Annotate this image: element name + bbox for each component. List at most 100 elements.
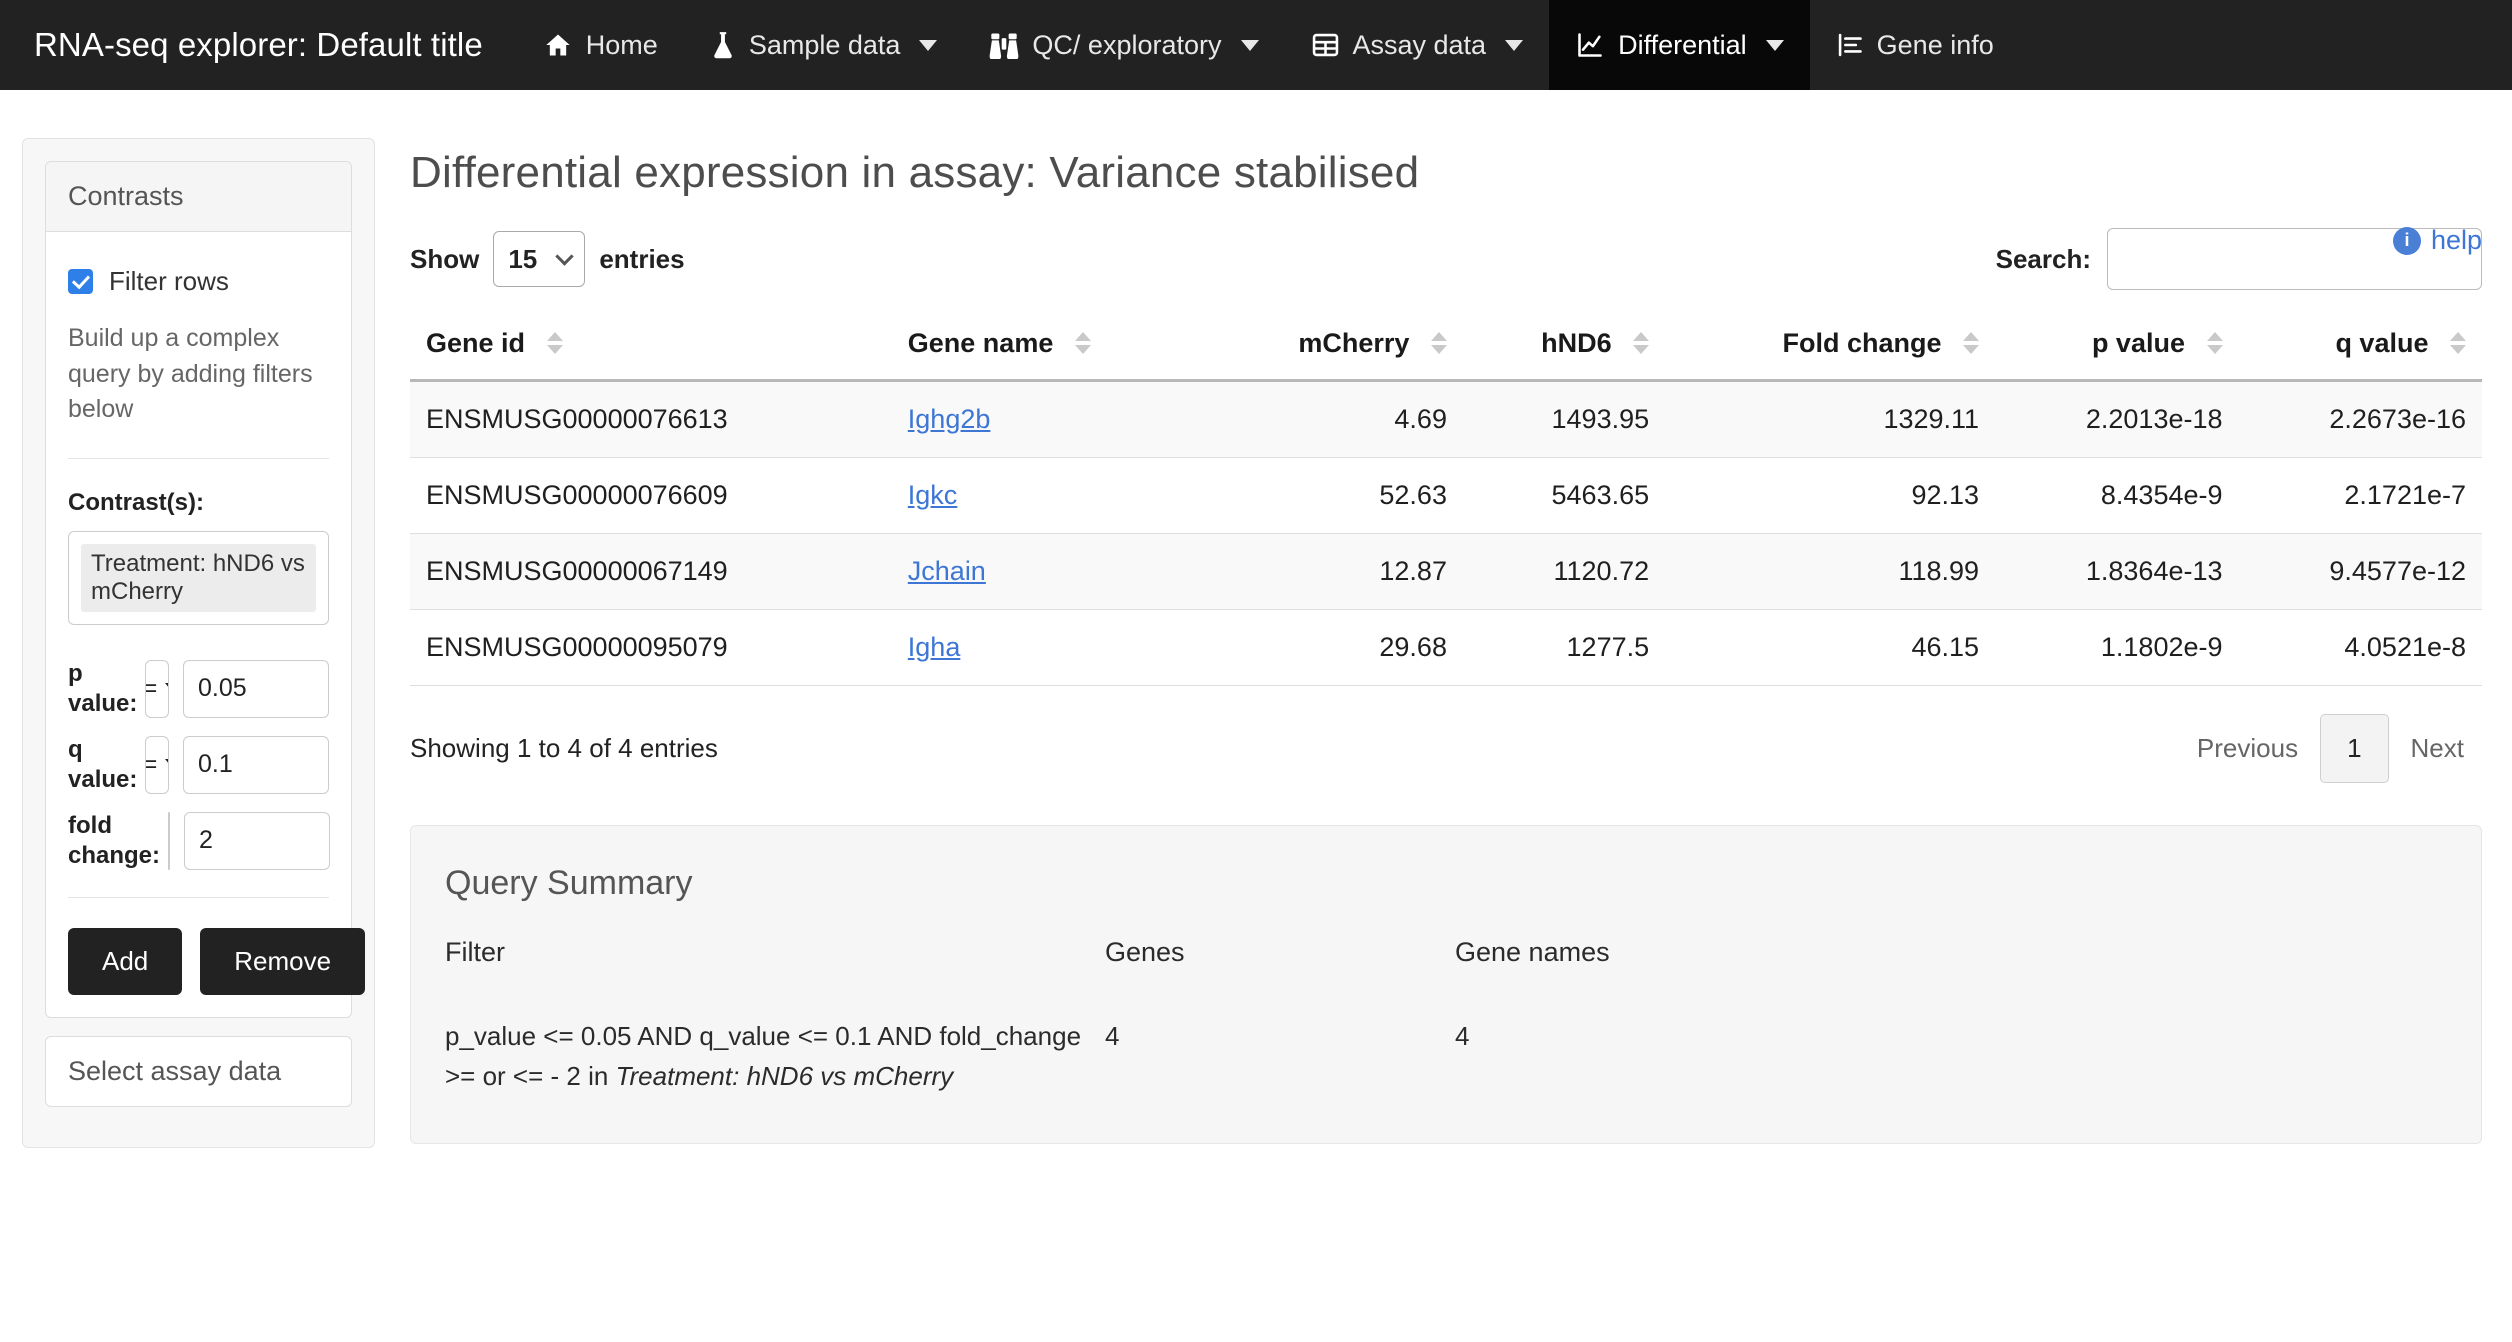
cell-p-value: 1.8364e-13 — [1995, 533, 2239, 610]
show-label: Show — [410, 243, 480, 274]
filter-rows-checkbox-row[interactable]: Filter rows — [68, 266, 329, 297]
help-link[interactable]: i help — [2392, 225, 2482, 256]
col-header-mcherry[interactable]: mCherry — [1202, 316, 1463, 382]
p-value-input[interactable] — [183, 659, 329, 718]
query-summary-filter-header: Filter — [445, 937, 505, 967]
showing-entries-info: Showing 1 to 4 of 4 entries — [410, 733, 718, 763]
cell-gene-name: Jchain — [891, 533, 1203, 610]
p-value-filter-row: p value: <= — [68, 659, 329, 719]
nav-item-sample-data[interactable]: Sample data — [684, 0, 964, 90]
filter-action-buttons: Add Remove — [68, 927, 366, 995]
nav-item-differential[interactable]: Differential — [1549, 0, 1810, 90]
p-value-operator-value: <= — [146, 675, 157, 703]
entries-per-page-value: 15 — [508, 243, 538, 274]
table-row: ENSMUSG00000095079 Igha 29.68 1277.5 46.… — [410, 609, 2482, 686]
cell-q-value: 4.0521e-8 — [2238, 609, 2482, 686]
contrast-field-label: Contrast(s): — [68, 488, 204, 516]
gene-name-link[interactable]: Ighg2b — [908, 404, 991, 434]
nav-item-sample-data-label: Sample data — [748, 29, 901, 60]
gene-name-link[interactable]: Igkc — [908, 480, 958, 510]
query-summary-filter-contrast: Treatment: hND6 vs mCherry — [615, 1061, 954, 1092]
table-row: ENSMUSG00000067149 Jchain 12.87 1120.72 … — [410, 533, 2482, 610]
cell-p-value: 1.1802e-9 — [1995, 609, 2239, 686]
q-value-operator-select[interactable]: <= — [145, 735, 169, 794]
nav-item-qc-exploratory[interactable]: QC/ exploratory — [963, 0, 1284, 90]
cell-fold-change: 92.13 — [1665, 457, 1996, 534]
col-header-fold-change-label: Fold change — [1782, 328, 1942, 358]
cell-hnd6: 1120.72 — [1462, 533, 1666, 610]
cell-fold-change: 1329.11 — [1665, 380, 1996, 458]
contrast-selected-tag[interactable]: Treatment: hND6 vs mCherry — [81, 543, 316, 612]
navbar-brand[interactable]: RNA-seq explorer: Default title — [0, 0, 517, 90]
nav-item-assay-data[interactable]: Assay data — [1285, 0, 1550, 90]
show-entries-control: Show 15 entries — [410, 231, 685, 287]
col-header-q-value[interactable]: q value — [2238, 316, 2482, 382]
cell-gene-name: Igkc — [891, 457, 1203, 534]
add-filter-button[interactable]: Add — [68, 927, 183, 995]
col-header-p-value[interactable]: p value — [1995, 316, 2239, 382]
sidebar-divider-2 — [68, 896, 329, 898]
entries-per-page-select[interactable]: 15 — [493, 231, 586, 287]
q-value-input[interactable] — [183, 735, 329, 794]
table-row: ENSMUSG00000076613 Ighg2b 4.69 1493.95 1… — [410, 380, 2482, 458]
cell-mcherry: 52.63 — [1202, 457, 1463, 534]
home-icon — [543, 31, 573, 59]
contrasts-panel-body: Filter rows Build up a complex query by … — [46, 232, 366, 1017]
chevron-down-icon — [1240, 39, 1259, 51]
filter-rows-checkbox[interactable] — [68, 269, 93, 294]
col-header-mcherry-label: mCherry — [1298, 328, 1410, 358]
col-header-fold-change[interactable]: Fold change — [1665, 316, 1996, 382]
q-value-filter-row: q value: <= — [68, 735, 329, 795]
query-summary-filter-value: p_value <= 0.05 AND q_value <= 0.1 AND f… — [445, 1016, 1105, 1097]
table-header-row: Gene id Gene name mCherry hND6 Fold chan… — [410, 316, 2482, 382]
fold-change-input[interactable] — [184, 811, 331, 870]
nav-item-gene-info[interactable]: Gene info — [1810, 0, 2020, 90]
table-row: ENSMUSG00000076609 Igkc 52.63 5463.65 92… — [410, 457, 2482, 534]
cell-gene-id: ENSMUSG00000076613 — [410, 380, 892, 458]
q-value-filter-label: q value: — [68, 735, 138, 793]
col-header-gene-id-label: Gene id — [426, 328, 526, 358]
gene-name-link[interactable]: Jchain — [908, 556, 986, 586]
col-header-gene-name[interactable]: Gene name — [891, 316, 1203, 382]
cell-p-value: 8.4354e-9 — [1995, 457, 2239, 534]
col-header-gene-id[interactable]: Gene id — [410, 316, 892, 382]
cell-q-value: 2.2673e-16 — [2238, 380, 2482, 458]
fold-change-filter-row: fold change: >= or — [68, 811, 331, 871]
chevron-down-icon — [1765, 39, 1784, 51]
cell-fold-change: 46.15 — [1665, 609, 1996, 686]
cell-mcherry: 12.87 — [1202, 533, 1463, 610]
p-value-operator-select[interactable]: <= — [145, 659, 169, 718]
pagination-next[interactable]: Next — [2393, 719, 2482, 778]
remove-filter-button[interactable]: Remove — [200, 927, 366, 995]
sort-icon — [1963, 331, 1980, 354]
pagination-previous[interactable]: Previous — [2179, 719, 2316, 778]
nav-item-home[interactable]: Home — [517, 0, 684, 90]
gene-name-link[interactable]: Igha — [908, 632, 961, 662]
query-summary-gene-names-col: Gene names 4 — [1455, 937, 1805, 1097]
page-body: Contrasts Filter rows Build up a complex… — [0, 90, 2512, 1148]
table-footer: Showing 1 to 4 of 4 entries Previous 1 N… — [410, 714, 2482, 783]
fold-change-operator-value: >= or — [168, 827, 170, 855]
fold-change-operator-select[interactable]: >= or — [168, 811, 171, 870]
nav-item-differential-label: Differential — [1618, 29, 1747, 60]
search-label: Search: — [1995, 243, 2091, 274]
entries-label: entries — [599, 243, 685, 274]
pagination: Previous 1 Next — [2179, 714, 2482, 783]
q-value-operator-value: <= — [146, 751, 157, 779]
sidebar-divider — [68, 457, 329, 459]
query-summary-genes-col: Genes 4 — [1105, 937, 1455, 1097]
nav-item-assay-data-label: Assay data — [1352, 29, 1487, 60]
pagination-page-1[interactable]: 1 — [2320, 714, 2389, 783]
flask-icon — [710, 30, 736, 60]
table-head: Gene id Gene name mCherry hND6 Fold chan… — [410, 316, 2482, 382]
query-summary-gene-names-value: 4 — [1455, 1021, 1470, 1051]
contrasts-panel: Contrasts Filter rows Build up a complex… — [45, 161, 366, 1018]
col-header-hnd6-label: hND6 — [1541, 328, 1612, 358]
cell-gene-name: Ighg2b — [891, 380, 1203, 458]
contrast-select[interactable]: Treatment: hND6 vs mCherry — [68, 530, 329, 625]
cell-q-value: 2.1721e-7 — [2238, 457, 2482, 534]
binoculars-icon — [989, 31, 1019, 59]
col-header-hnd6[interactable]: hND6 — [1462, 316, 1666, 382]
nav-item-gene-info-label: Gene info — [1876, 29, 1994, 60]
p-value-filter-label: p value: — [68, 659, 138, 717]
